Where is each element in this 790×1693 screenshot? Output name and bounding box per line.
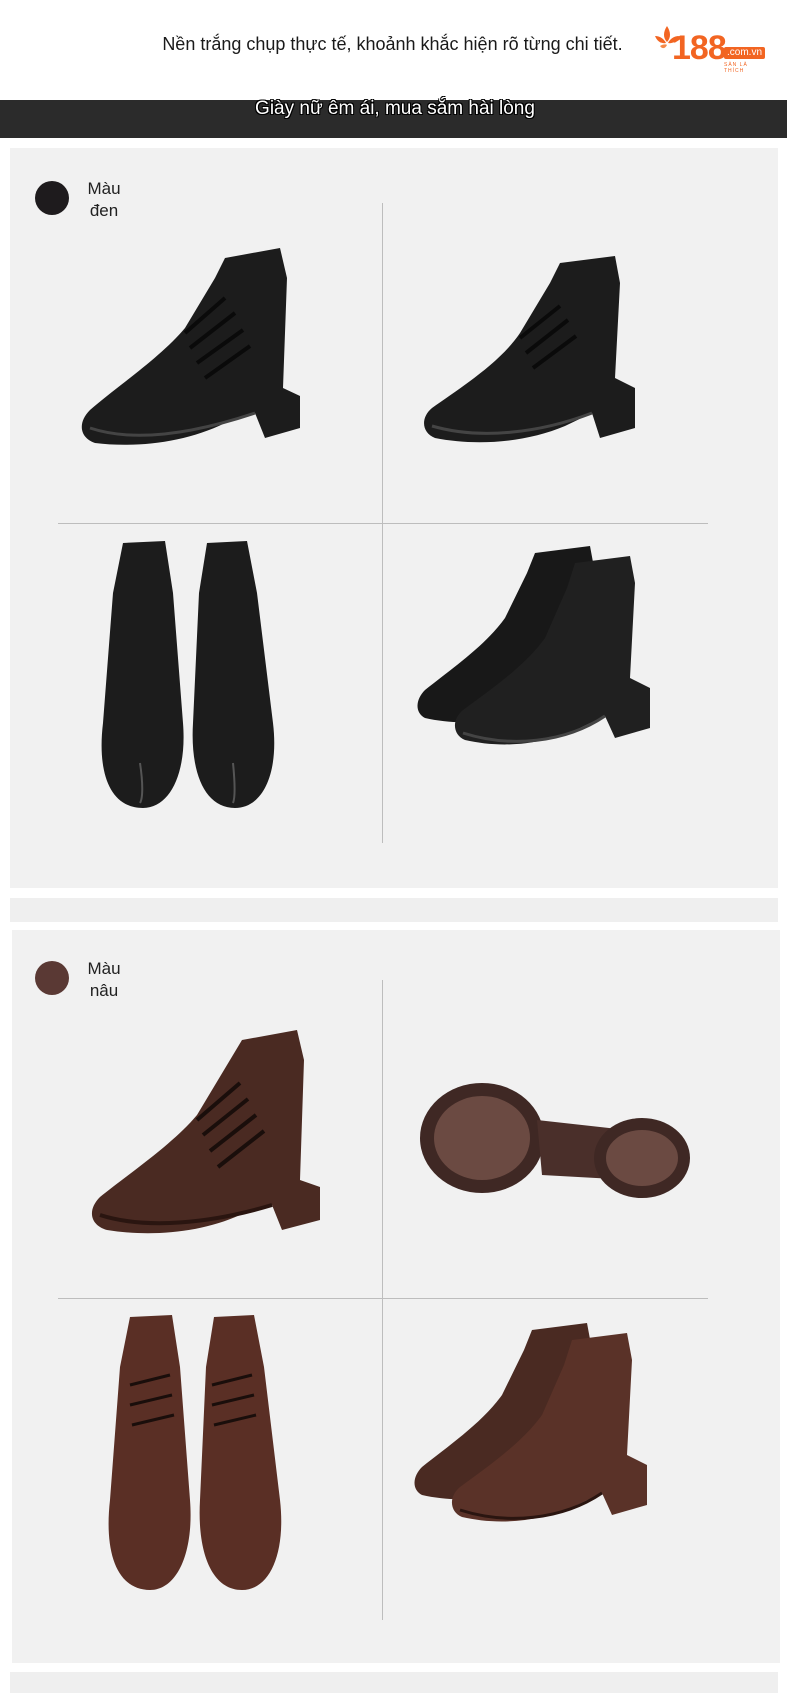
boot-image-side-left (81, 248, 301, 445)
grid-divider-horizontal (58, 1298, 708, 1299)
banner-title: Giày nữ êm ái, mua sắm hài lòng (255, 98, 535, 119)
header-caption: Nền trắng chụp thực tế, khoảnh khắc hiện… (162, 34, 623, 54)
color-label-black: Màu đen (87, 179, 121, 220)
brand-logo[interactable]: 188 .com.vn SÀN LÀ THÍCH (652, 22, 770, 74)
boot-image-angle-pair (417, 546, 650, 745)
variant-panel-black: Màu đen (10, 148, 778, 888)
title-banner: Giày nữ êm ái, mua sắm hài lòng (0, 98, 787, 138)
color-label-brown: Màu nâu (87, 959, 121, 1000)
color-swatch-black[interactable] (35, 181, 69, 215)
logo-tagline: SÀN LÀ THÍCH (724, 62, 748, 74)
color-swatch-brown[interactable] (35, 961, 69, 995)
grid-divider-horizontal (58, 523, 708, 524)
boot-image-front-pair (108, 1315, 282, 1590)
grid-divider-vertical (382, 980, 383, 1620)
logo-number: 188 (672, 29, 727, 67)
variant-panel-brown: Màu nâu (12, 930, 780, 1663)
boot-image-front-pair (101, 541, 275, 808)
section-separator (10, 1672, 778, 1693)
section-separator (10, 898, 778, 922)
logo-domain: .com.vn (724, 47, 766, 59)
boot-image-side-right (424, 256, 635, 443)
boot-image-sole (420, 1083, 690, 1198)
page-header: Nền trắng chụp thực tế, khoảnh khắc hiện… (0, 0, 790, 100)
boot-image-angle-pair (414, 1323, 647, 1522)
boot-image-side-left (91, 1030, 320, 1234)
